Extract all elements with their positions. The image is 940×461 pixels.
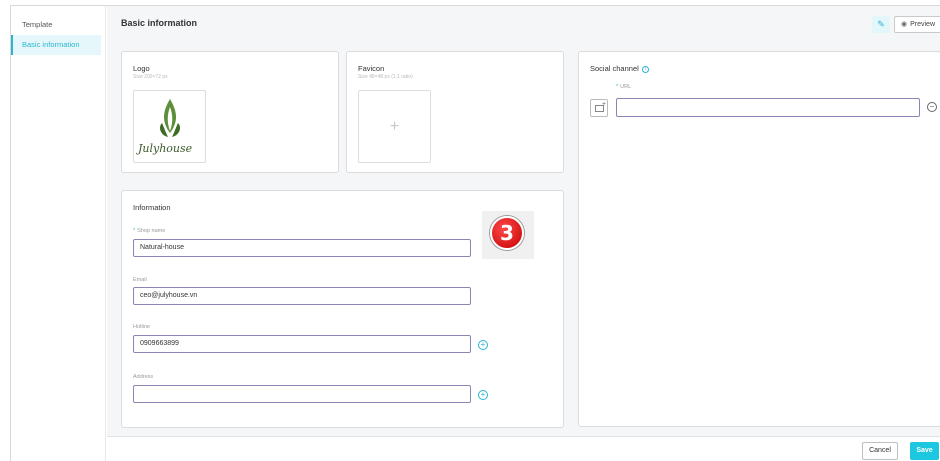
favicon-title: Favicon bbox=[358, 64, 385, 73]
required-mark: * bbox=[616, 84, 619, 90]
cancel-button[interactable]: Cancel bbox=[862, 442, 898, 460]
info-icon[interactable]: i bbox=[641, 65, 649, 73]
information-title: Information bbox=[133, 203, 171, 212]
favicon-upload[interactable]: + bbox=[358, 90, 431, 163]
page-title: Basic information bbox=[121, 18, 198, 28]
plus-icon: + bbox=[389, 118, 400, 135]
social-channel-title: Social channel i bbox=[590, 64, 649, 73]
app-frame: Template Basic information Basic informa… bbox=[10, 5, 940, 461]
preview-label: Preview bbox=[910, 21, 936, 28]
shop-name-label: * Shop name bbox=[133, 228, 165, 234]
plus-icon: + bbox=[602, 101, 607, 108]
step-badge: 3 bbox=[490, 216, 524, 250]
email-label: Email bbox=[133, 277, 147, 283]
save-button[interactable]: Save bbox=[910, 442, 939, 460]
remove-circle-icon[interactable]: − bbox=[927, 102, 937, 112]
logo-title: Logo bbox=[133, 64, 150, 73]
sidebar-item-template[interactable]: Template bbox=[11, 15, 101, 35]
pencil-icon: ✎ bbox=[877, 19, 885, 29]
step-badge-area: 3 bbox=[482, 211, 534, 259]
leaf-logo-icon bbox=[160, 99, 180, 137]
social-channel-card: Social channel i * URL + − bbox=[578, 51, 940, 427]
preview-button[interactable]: ◉ Preview bbox=[894, 16, 940, 33]
add-address-icon[interactable]: + bbox=[478, 390, 488, 400]
favicon-hint: Size 48×48 px (1:1 ratio) bbox=[358, 74, 413, 80]
logo-hint: Size 200×72 px bbox=[133, 74, 168, 80]
edit-button[interactable]: ✎ bbox=[872, 16, 890, 33]
hotline-input[interactable]: 0909663899 bbox=[133, 335, 471, 353]
social-channel-title-text: Social channel bbox=[590, 64, 639, 73]
eye-icon: ◉ bbox=[901, 21, 908, 28]
url-input[interactable] bbox=[616, 98, 920, 117]
social-image-upload[interactable]: + bbox=[590, 99, 608, 117]
favicon-card: Favicon Size 48×48 px (1:1 ratio) + bbox=[346, 51, 564, 173]
add-hotline-icon[interactable]: + bbox=[478, 340, 488, 350]
email-input[interactable]: ceo@julyhouse.vn bbox=[133, 287, 471, 305]
sidebar: Template Basic information bbox=[11, 6, 106, 461]
main-content: Basic information ✎ ◉ Preview Logo Size 2… bbox=[107, 6, 940, 461]
footer-bar: Cancel Save bbox=[107, 436, 940, 461]
shop-name-input[interactable]: Natural-house bbox=[133, 239, 471, 257]
address-input[interactable] bbox=[133, 385, 471, 403]
url-label: * URL bbox=[616, 84, 631, 90]
shop-name-label-text: Shop name bbox=[137, 228, 166, 234]
logo-upload[interactable]: Julyhouse bbox=[133, 90, 206, 163]
logo-wordmark: Julyhouse bbox=[138, 142, 193, 155]
required-mark: * bbox=[133, 228, 136, 234]
url-label-text: URL bbox=[620, 84, 632, 90]
hotline-label: Hotline bbox=[133, 324, 151, 330]
address-label: Address bbox=[133, 374, 154, 380]
information-card: Information * Shop name Natural-house 3 E… bbox=[121, 190, 564, 428]
sidebar-item-basic-information[interactable]: Basic information bbox=[11, 35, 101, 55]
logo-card: Logo Size 200×72 px Julyhouse bbox=[121, 51, 339, 173]
